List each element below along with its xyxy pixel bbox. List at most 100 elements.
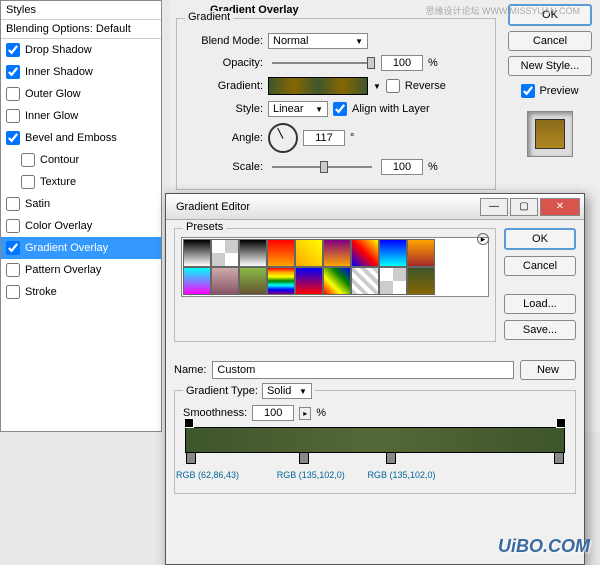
style-select[interactable]: Linear▼: [268, 101, 328, 117]
style-item[interactable]: Drop Shadow: [1, 39, 161, 61]
preset-swatch[interactable]: [183, 267, 211, 295]
close-button[interactable]: ✕: [540, 198, 580, 216]
presets-menu-icon[interactable]: ▸: [477, 233, 489, 245]
name-label: Name:: [174, 364, 206, 376]
new-button[interactable]: New: [520, 360, 576, 380]
style-checkbox[interactable]: [6, 109, 20, 123]
ok-button[interactable]: OK: [508, 4, 592, 26]
opacity-unit: %: [428, 57, 438, 69]
preset-swatch[interactable]: [407, 267, 435, 295]
style-item[interactable]: Inner Shadow: [1, 61, 161, 83]
style-checkbox[interactable]: [6, 219, 20, 233]
opacity-input[interactable]: 100: [381, 55, 423, 71]
dialog-title: Gradient Editor: [170, 201, 250, 213]
preset-swatch[interactable]: [295, 267, 323, 295]
preset-swatch[interactable]: [351, 239, 379, 267]
opacity-slider[interactable]: [272, 62, 372, 64]
preset-swatch[interactable]: [379, 239, 407, 267]
style-checkbox[interactable]: [6, 131, 20, 145]
titlebar[interactable]: Gradient Editor — ▢ ✕: [166, 194, 584, 220]
style-item[interactable]: Stroke: [1, 281, 161, 303]
style-item[interactable]: Color Overlay: [1, 215, 161, 237]
preset-swatch[interactable]: [239, 267, 267, 295]
style-label: Pattern Overlay: [25, 264, 101, 276]
style-checkbox[interactable]: [6, 285, 20, 299]
style-label: Stroke: [25, 286, 57, 298]
presets-label: Presets: [183, 221, 226, 233]
style-checkbox[interactable]: [6, 241, 20, 255]
smoothness-input[interactable]: 100: [252, 405, 294, 421]
preset-swatch[interactable]: [379, 267, 407, 295]
style-item[interactable]: Contour: [1, 149, 161, 171]
name-input[interactable]: Custom: [212, 361, 514, 379]
gradient-picker[interactable]: [268, 77, 368, 95]
style-label: Color Overlay: [25, 220, 92, 232]
style-item[interactable]: Outer Glow: [1, 83, 161, 105]
angle-dial[interactable]: [268, 123, 298, 153]
reverse-label: Reverse: [405, 80, 446, 92]
opacity-stop[interactable]: [184, 418, 194, 428]
style-item[interactable]: Texture: [1, 171, 161, 193]
gradient-legend: Gradient: [185, 11, 233, 23]
style-checkbox[interactable]: [6, 197, 20, 211]
preset-swatch[interactable]: [267, 267, 295, 295]
scale-slider[interactable]: [272, 166, 372, 168]
color-stop[interactable]: [554, 452, 564, 464]
blend-mode-select[interactable]: Normal▼: [268, 33, 368, 49]
caret-icon: ▼: [299, 387, 307, 396]
stop-rgb-label: RGB (62,86,43): [176, 470, 239, 480]
stop-rgb-label: RGB (135,102,0): [277, 470, 345, 480]
preset-swatch[interactable]: [323, 267, 351, 295]
smoothness-stepper-icon[interactable]: ▸: [299, 407, 311, 420]
gradient-label: Gradient:: [185, 80, 263, 92]
preset-swatch[interactable]: [211, 267, 239, 295]
style-checkbox[interactable]: [6, 65, 20, 79]
gradient-type-select[interactable]: Solid▼: [262, 383, 312, 399]
dialog-buttons: OK Cancel New Style... Preview: [508, 4, 592, 157]
opacity-stop[interactable]: [556, 418, 566, 428]
color-stop[interactable]: [186, 452, 196, 464]
style-checkbox[interactable]: [6, 263, 20, 277]
style-checkbox[interactable]: [6, 43, 20, 57]
preset-swatch[interactable]: [295, 239, 323, 267]
preset-swatch[interactable]: [239, 239, 267, 267]
load-button[interactable]: Load...: [504, 294, 576, 314]
style-item[interactable]: Satin: [1, 193, 161, 215]
align-checkbox[interactable]: [333, 102, 347, 116]
presets-grid: [181, 237, 489, 297]
preset-swatch[interactable]: [267, 239, 295, 267]
cancel-button[interactable]: Cancel: [508, 31, 592, 51]
preset-swatch[interactable]: [211, 239, 239, 267]
style-item[interactable]: Pattern Overlay: [1, 259, 161, 281]
new-style-button[interactable]: New Style...: [508, 56, 592, 76]
angle-input[interactable]: 117: [303, 130, 345, 146]
scale-input[interactable]: 100: [381, 159, 423, 175]
color-stop[interactable]: [386, 452, 396, 464]
reverse-checkbox[interactable]: [386, 79, 400, 93]
preview-checkbox[interactable]: [521, 84, 535, 98]
preset-swatch[interactable]: [351, 267, 379, 295]
style-label: Satin: [25, 198, 50, 210]
style-checkbox[interactable]: [6, 87, 20, 101]
style-item[interactable]: Gradient Overlay: [1, 237, 161, 259]
preview-swatch: [527, 111, 573, 157]
style-label: Drop Shadow: [25, 44, 92, 56]
preset-swatch[interactable]: [407, 239, 435, 267]
style-checkbox[interactable]: [21, 175, 35, 189]
preset-swatch[interactable]: [183, 239, 211, 267]
preset-swatch[interactable]: [323, 239, 351, 267]
style-item[interactable]: Bevel and Emboss: [1, 127, 161, 149]
blend-mode-label: Blend Mode:: [185, 35, 263, 47]
minimize-button[interactable]: —: [480, 198, 508, 216]
blending-options[interactable]: Blending Options: Default: [1, 20, 161, 39]
editor-ok-button[interactable]: OK: [504, 228, 576, 250]
gradient-dropdown-icon[interactable]: ▼: [373, 82, 381, 91]
save-button[interactable]: Save...: [504, 320, 576, 340]
style-checkbox[interactable]: [21, 153, 35, 167]
maximize-button[interactable]: ▢: [510, 198, 538, 216]
gradient-bar[interactable]: RGB (62,86,43) RGB (135,102,0) RGB (135,…: [185, 427, 565, 453]
color-stop[interactable]: [299, 452, 309, 464]
editor-cancel-button[interactable]: Cancel: [504, 256, 576, 276]
scale-label: Scale:: [185, 161, 263, 173]
style-item[interactable]: Inner Glow: [1, 105, 161, 127]
